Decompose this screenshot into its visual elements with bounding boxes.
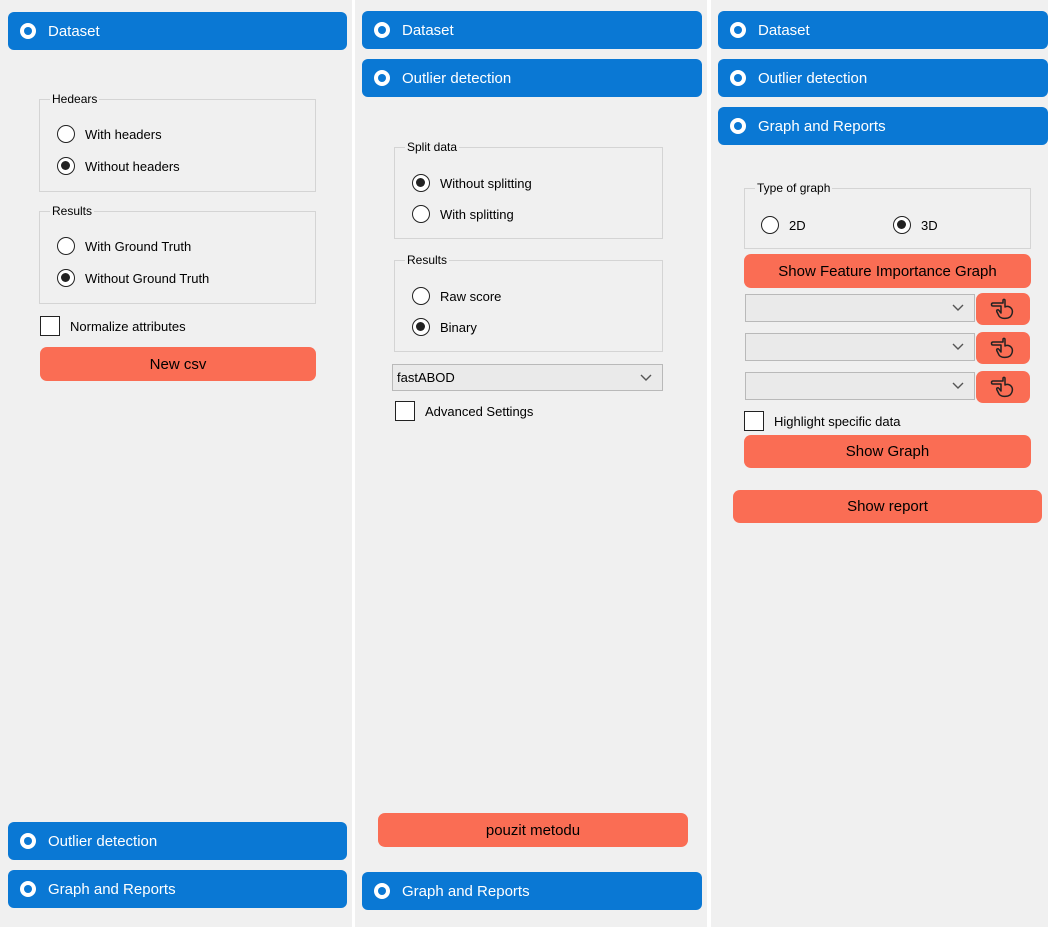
section-header-outlier-detection[interactable]: Outlier detection xyxy=(362,59,702,97)
section-header-label: Outlier detection xyxy=(758,69,868,87)
show-report-button[interactable]: Show report xyxy=(733,490,1042,523)
section-header-label: Graph and Reports xyxy=(402,882,530,900)
expand-section-icon xyxy=(20,881,36,897)
headers-groupbox: Hedears With headers Without headers xyxy=(39,92,316,192)
groupbox-title: Hedears xyxy=(50,92,100,106)
advanced-settings-checkbox[interactable]: Advanced Settings xyxy=(395,401,533,421)
radio-with-ground-truth[interactable]: With Ground Truth xyxy=(57,237,191,255)
axis-select-2[interactable] xyxy=(745,333,975,361)
panel-outlier-expanded: Dataset Outlier detection Split data Wit… xyxy=(355,0,707,927)
checkbox-indicator xyxy=(395,401,415,421)
radio-label: Binary xyxy=(440,319,477,335)
radio-indicator xyxy=(893,216,911,234)
section-header-dataset[interactable]: Dataset xyxy=(8,12,347,50)
radio-with-headers[interactable]: With headers xyxy=(57,125,162,143)
method-select-value: fastABOD xyxy=(397,370,455,385)
radio-indicator xyxy=(57,125,75,143)
show-feature-importance-button[interactable]: Show Feature Importance Graph xyxy=(744,254,1031,288)
radio-label: Without Ground Truth xyxy=(85,270,210,286)
radio-label: With Ground Truth xyxy=(85,238,192,254)
radio-without-ground-truth[interactable]: Without Ground Truth xyxy=(57,269,209,287)
radio-without-splitting[interactable]: Without splitting xyxy=(412,174,532,192)
radio-label: With splitting xyxy=(440,206,514,222)
radio-with-splitting[interactable]: With splitting xyxy=(412,205,514,223)
chevron-down-icon xyxy=(952,382,964,389)
chevron-down-icon xyxy=(640,374,652,381)
groupbox-title: Results xyxy=(50,204,95,218)
section-header-label: Outlier detection xyxy=(48,832,158,850)
section-header-graph-reports[interactable]: Graph and Reports xyxy=(362,872,702,910)
graph-type-groupbox: Type of graph 2D 3D xyxy=(744,181,1031,249)
results-groupbox: Results With Ground Truth Without Ground… xyxy=(39,204,316,304)
chevron-down-icon xyxy=(952,304,964,311)
panel-dataset-expanded: Dataset Hedears With headers Without hea… xyxy=(0,0,352,927)
new-csv-button[interactable]: New csv xyxy=(40,347,316,381)
section-header-dataset[interactable]: Dataset xyxy=(362,11,702,49)
radio-indicator xyxy=(57,157,75,175)
radio-label: Without splitting xyxy=(440,175,532,191)
radio-indicator xyxy=(761,216,779,234)
highlight-data-checkbox[interactable]: Highlight specific data xyxy=(744,411,900,431)
checkbox-label: Advanced Settings xyxy=(425,403,534,419)
radio-indicator xyxy=(57,237,75,255)
section-header-outlier-detection[interactable]: Outlier detection xyxy=(718,59,1048,97)
split-data-groupbox: Split data Without splitting With splitt… xyxy=(394,140,663,239)
section-header-label: Dataset xyxy=(758,21,810,39)
radio-indicator xyxy=(412,318,430,336)
expand-section-icon xyxy=(374,883,390,899)
normalize-attributes-checkbox[interactable]: Normalize attributes xyxy=(40,316,186,336)
groupbox-title: Split data xyxy=(405,140,460,154)
show-graph-button[interactable]: Show Graph xyxy=(744,435,1031,468)
section-header-label: Graph and Reports xyxy=(48,880,176,898)
radio-without-headers[interactable]: Without headers xyxy=(57,157,180,175)
expand-section-icon xyxy=(730,70,746,86)
radio-2d[interactable]: 2D xyxy=(761,216,806,234)
hand-pointer-icon xyxy=(990,337,1014,359)
results-groupbox: Results Raw score Binary xyxy=(394,253,663,352)
panel-graph-expanded: Dataset Outlier detection Graph and Repo… xyxy=(711,0,1048,927)
expand-section-icon xyxy=(20,833,36,849)
axis-select-1[interactable] xyxy=(745,294,975,322)
apply-method-button[interactable]: pouzit metodu xyxy=(378,813,688,847)
section-header-label: Dataset xyxy=(402,21,454,39)
checkbox-label: Normalize attributes xyxy=(70,318,186,334)
section-header-dataset[interactable]: Dataset xyxy=(718,11,1048,49)
expand-section-icon xyxy=(20,23,36,39)
checkbox-indicator xyxy=(744,411,764,431)
section-header-label: Graph and Reports xyxy=(758,117,886,135)
method-select[interactable]: fastABOD xyxy=(392,364,663,391)
section-header-graph-reports[interactable]: Graph and Reports xyxy=(718,107,1048,145)
radio-label: Without headers xyxy=(85,158,180,174)
expand-section-icon xyxy=(374,70,390,86)
chevron-down-icon xyxy=(952,343,964,350)
radio-indicator xyxy=(57,269,75,287)
expand-section-icon xyxy=(374,22,390,38)
radio-indicator xyxy=(412,174,430,192)
radio-indicator xyxy=(412,205,430,223)
section-header-label: Dataset xyxy=(48,22,100,40)
section-header-label: Outlier detection xyxy=(402,69,512,87)
expand-section-icon xyxy=(730,118,746,134)
checkbox-label: Highlight specific data xyxy=(774,413,901,429)
section-header-graph-reports[interactable]: Graph and Reports xyxy=(8,870,347,908)
radio-label: With headers xyxy=(85,126,162,142)
pick-axis-1-button[interactable] xyxy=(976,293,1030,325)
radio-binary[interactable]: Binary xyxy=(412,318,477,336)
radio-3d[interactable]: 3D xyxy=(893,216,938,234)
hand-pointer-icon xyxy=(990,298,1014,320)
expand-section-icon xyxy=(730,22,746,38)
pick-axis-2-button[interactable] xyxy=(976,332,1030,364)
pick-axis-3-button[interactable] xyxy=(976,371,1030,403)
groupbox-title: Type of graph xyxy=(755,181,833,195)
radio-indicator xyxy=(412,287,430,305)
axis-select-3[interactable] xyxy=(745,372,975,400)
radio-label: 2D xyxy=(789,217,806,233)
checkbox-indicator xyxy=(40,316,60,336)
radio-label: Raw score xyxy=(440,288,502,304)
groupbox-title: Results xyxy=(405,253,450,267)
section-header-outlier-detection[interactable]: Outlier detection xyxy=(8,822,347,860)
radio-label: 3D xyxy=(921,217,938,233)
hand-pointer-icon xyxy=(990,376,1014,398)
radio-raw-score[interactable]: Raw score xyxy=(412,287,501,305)
